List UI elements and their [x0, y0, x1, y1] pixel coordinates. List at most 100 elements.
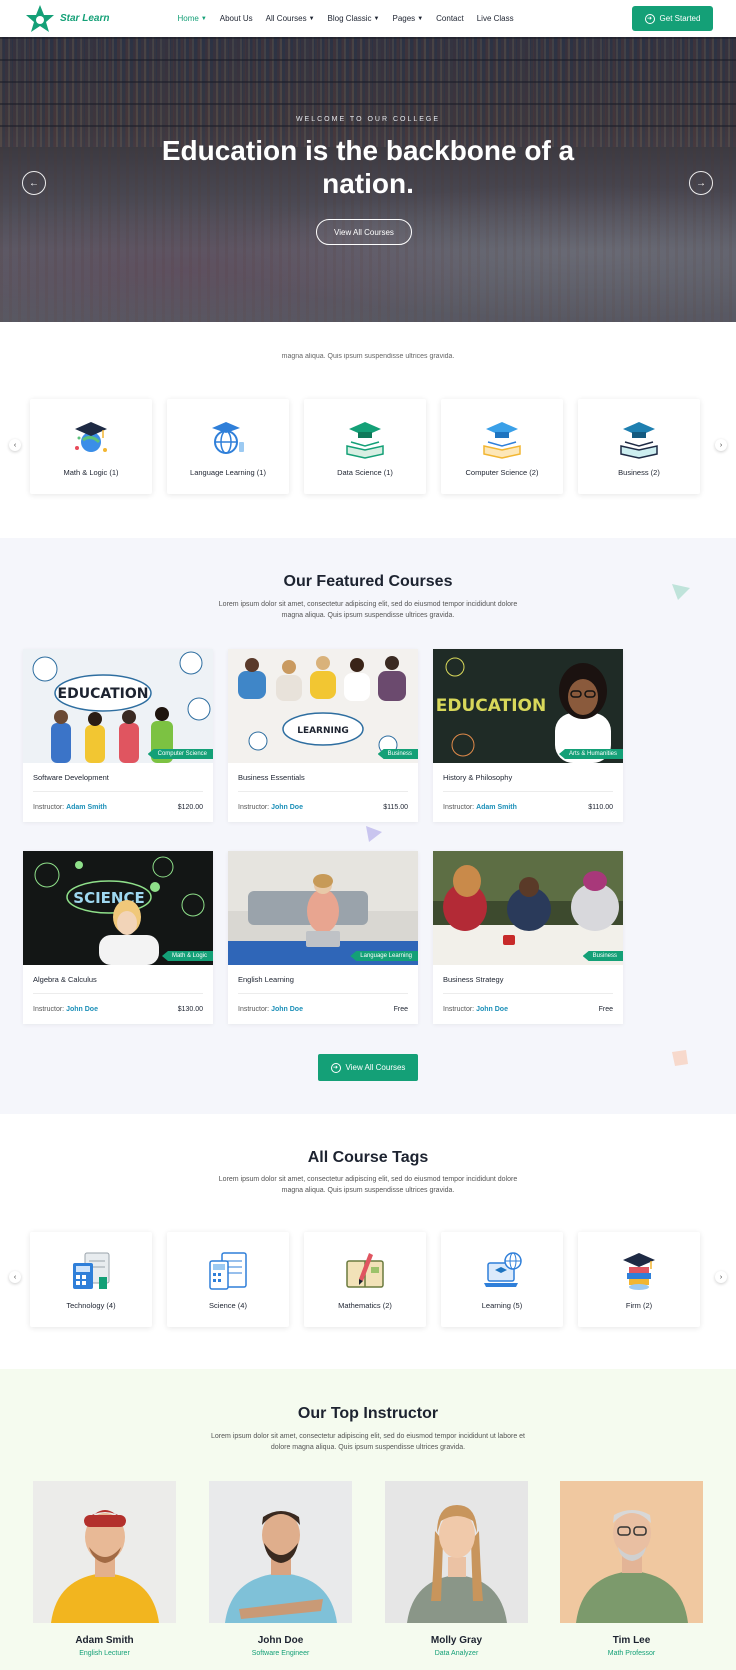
instructor-photo-molly — [385, 1481, 528, 1623]
category-label: Language Learning (1) — [190, 468, 266, 477]
tag-card-learning[interactable]: Learning (5) — [441, 1232, 563, 1327]
instructor-prefix: Instructor: — [443, 804, 475, 811]
view-all-courses-button[interactable]: ➜ View All Courses — [318, 1054, 418, 1081]
course-category-tag: Computer Science — [147, 749, 213, 759]
star-logo-icon — [26, 4, 54, 32]
arrow-circle-icon: ➜ — [644, 13, 655, 24]
nav-pages-label: Pages — [392, 14, 416, 23]
book-cap-icon — [346, 422, 384, 459]
tag-card-science[interactable]: Science (4) — [167, 1232, 289, 1327]
course-price: Free — [393, 1006, 408, 1013]
course-card[interactable]: Business Business Strategy Instructor: J… — [433, 851, 623, 1024]
categories-subtitle: magna aliqua. Quis ipsum suspendisse ult… — [281, 353, 455, 360]
course-instructor: Instructor: Adam Smith — [443, 804, 517, 811]
square-decoration-icon — [672, 1050, 688, 1066]
instructor-link[interactable]: Adam Smith — [66, 804, 107, 811]
hero-next-arrow-icon[interactable]: → — [689, 171, 713, 195]
graduation-globe-icon — [75, 422, 107, 452]
course-card[interactable]: EDUCATION Computer Science Software Deve… — [23, 649, 213, 822]
instructor-avatar — [209, 1481, 352, 1623]
chevron-down-icon: ▼ — [417, 15, 424, 22]
course-title: Business Strategy — [443, 975, 504, 984]
brand-name: Star Learn — [60, 13, 110, 24]
nav-live-class[interactable]: Live Class — [477, 14, 514, 23]
course-image-education: EDUCATION Computer Science — [23, 649, 213, 763]
nav-blog-classic[interactable]: Blog Classic ▼ — [328, 14, 380, 23]
nav-blog-label: Blog Classic — [327, 14, 372, 23]
instructor-name: Molly Gray — [430, 1635, 483, 1646]
nav-home[interactable]: Home ▼ — [177, 14, 206, 23]
category-label: Math & Logic (1) — [63, 468, 119, 477]
tag-label: Learning (5) — [481, 1301, 523, 1310]
tag-card-mathematics[interactable]: Mathematics (2) — [304, 1232, 426, 1327]
categories-prev-icon[interactable]: ‹ — [9, 439, 21, 451]
nav-all-courses[interactable]: All Courses ▼ — [266, 14, 315, 23]
get-started-button[interactable]: ➜ Get Started — [632, 6, 713, 31]
nav-about-us[interactable]: About Us — [220, 14, 253, 23]
instructor-card[interactable]: Molly Gray Data Analyzer — [385, 1481, 528, 1657]
course-image-chalkboard: EDUCATION Arts & Humanities — [433, 649, 623, 763]
instructor-link[interactable]: John Doe — [271, 804, 303, 811]
instructor-link[interactable]: John Doe — [66, 1006, 98, 1013]
instructor-prefix: Instructor: — [443, 1006, 475, 1013]
learning-students-image: LEARNING — [228, 649, 418, 763]
category-card-computer-science[interactable]: Computer Science (2) — [441, 399, 563, 494]
category-label: Data Science (1) — [337, 468, 393, 477]
nav-pages[interactable]: Pages ▼ — [393, 14, 424, 23]
svg-text:LEARNING: LEARNING — [297, 726, 349, 736]
instructor-link[interactable]: Adam Smith — [476, 804, 517, 811]
triangle-decoration-icon — [366, 826, 382, 842]
course-price: Free — [598, 1006, 613, 1013]
instructor-link[interactable]: John Doe — [271, 1006, 303, 1013]
divider — [33, 993, 203, 994]
book-cap-icon — [483, 422, 521, 459]
chevron-down-icon: ▼ — [308, 15, 315, 22]
featured-subtitle-line2: magna aliqua. Quis ipsum suspendisse ult… — [281, 612, 455, 619]
nav-home-label: Home — [177, 14, 199, 23]
laptop-globe-icon — [484, 1252, 522, 1287]
tag-card-firm[interactable]: Firm (2) — [578, 1232, 700, 1327]
instructor-link[interactable]: John Doe — [476, 1006, 508, 1013]
course-card[interactable]: EDUCATION Arts & Humanities History & Ph… — [433, 649, 623, 822]
nav-about-label: About Us — [219, 14, 253, 23]
instructor-card[interactable]: John Doe Software Engineer — [209, 1481, 352, 1657]
instructor-card[interactable]: Tim Lee Math Professor — [560, 1481, 703, 1657]
tags-subtitle-line2: magna aliqua. Quis ipsum suspendisse ult… — [281, 1187, 455, 1194]
course-card[interactable]: LEARNING Business Business Essentials In… — [228, 649, 418, 822]
tags-subtitle-line1: Lorem ipsum dolor sit amet, consectetur … — [218, 1176, 518, 1183]
logo[interactable]: Star Learn — [24, 3, 109, 35]
course-title: Algebra & Calculus — [33, 975, 97, 984]
category-label: Business (2) — [618, 468, 660, 477]
category-card-data-science[interactable]: Data Science (1) — [304, 399, 426, 494]
hero-view-courses-button[interactable]: View All Courses — [316, 219, 412, 245]
course-price: $110.00 — [588, 804, 613, 811]
instructor-avatar — [385, 1481, 528, 1623]
course-card[interactable]: Language Learning English Learning Instr… — [228, 851, 418, 1024]
nav-live-class-label: Live Class — [476, 14, 514, 23]
instructor-photo-tim — [560, 1481, 703, 1623]
category-card-business[interactable]: Business (2) — [578, 399, 700, 494]
instructor-name: John Doe — [257, 1635, 304, 1646]
instructors-subtitle-line2: dolore magna aliqua. Quis ipsum suspendi… — [270, 1444, 466, 1451]
course-price: $120.00 — [177, 804, 203, 811]
tags-prev-icon[interactable]: ‹ — [9, 1271, 21, 1283]
course-price: $115.00 — [383, 804, 408, 811]
category-card-language-learning[interactable]: Language Learning (1) — [167, 399, 289, 494]
course-title: English Learning — [238, 975, 294, 984]
book-pencil-icon — [346, 1253, 384, 1288]
laptop-woman-image — [228, 851, 418, 965]
instructor-role: Math Professor — [607, 1650, 656, 1657]
course-card[interactable]: SCIENCE Math & Logic Algebra & Calculus … — [23, 851, 213, 1024]
hero-prev-arrow-icon[interactable]: ← — [22, 171, 46, 195]
tags-carousel: Technology (4) Science (4) Mathematics (… — [30, 1232, 730, 1327]
category-card-math-logic[interactable]: Math & Logic (1) — [30, 399, 152, 494]
tag-card-technology[interactable]: Technology (4) — [30, 1232, 152, 1327]
nav-contact[interactable]: Contact — [436, 14, 464, 23]
instructor-card[interactable]: Adam Smith English Lecturer — [33, 1481, 176, 1657]
course-category-tag: Business — [377, 749, 418, 759]
get-started-label: Get Started — [659, 14, 701, 23]
chalkboard-girl-image: EDUCATION — [433, 649, 623, 763]
science-board-image: SCIENCE — [23, 851, 213, 965]
svg-text:EDUCATION: EDUCATION — [436, 696, 546, 716]
instructor-prefix: Instructor: — [33, 804, 65, 811]
